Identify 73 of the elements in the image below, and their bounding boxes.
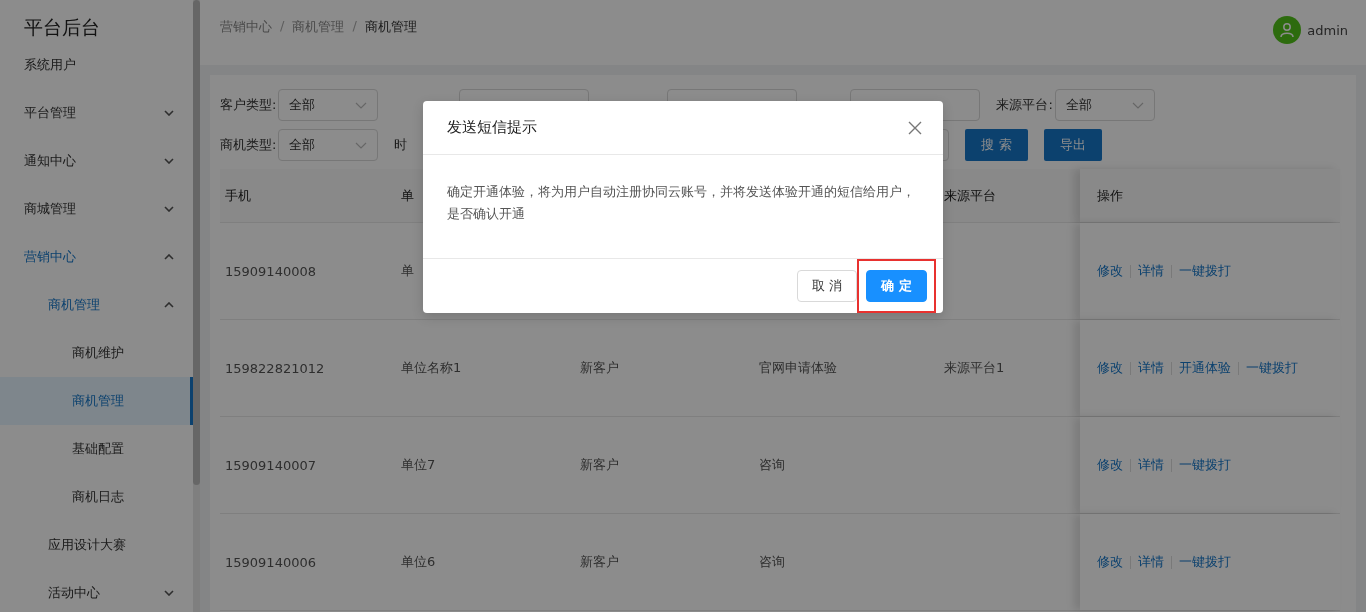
column-header: 手机: [225, 187, 251, 203]
column-header: 单: [401, 187, 414, 203]
table-cell: 咨询: [759, 457, 785, 472]
chevron-down-icon: [164, 158, 174, 164]
close-icon[interactable]: [907, 119, 923, 136]
table-cell: 新客户: [580, 360, 619, 375]
dialog-message: 确定开通体验，将为用户自动注册协同云账号，并将发送体验开通的短信给用户，是否确认开通: [423, 155, 943, 259]
select-field[interactable]: 全部: [1054, 89, 1155, 121]
filter-label: 时: [394, 136, 408, 154]
action-link[interactable]: 详情: [1138, 359, 1164, 377]
chevron-down-icon: [164, 110, 174, 116]
filter-label: 客户类型:: [220, 96, 277, 114]
user-name[interactable]: admin: [1307, 22, 1348, 38]
table-cell: 单位名称1: [401, 360, 462, 375]
table-cell: 新客户: [580, 554, 619, 569]
avatar-icon[interactable]: [1273, 16, 1302, 44]
chevron-up-icon: [164, 302, 174, 308]
select-field[interactable]: 全部: [278, 89, 379, 121]
filter-label: 商机类型:: [220, 136, 277, 154]
action-link[interactable]: 修改: [1097, 359, 1123, 377]
scrollbar-thumb[interactable]: [193, 0, 200, 485]
menu-item[interactable]: 商城管理: [0, 185, 193, 233]
menu-item[interactable]: 活动中心: [0, 569, 193, 612]
action-link[interactable]: 详情: [1138, 456, 1164, 474]
table-cell: 159822821012: [225, 360, 325, 376]
column-header: 操作: [1097, 186, 1123, 205]
cancel-button[interactable]: 取 消: [797, 270, 858, 302]
chevron-down-icon: [164, 590, 174, 596]
action-link[interactable]: 开通体验: [1179, 359, 1231, 377]
table-cell: 单位7: [401, 457, 436, 472]
table-cell: 新客户: [580, 457, 619, 472]
breadcrumb-item[interactable]: 营销中心: [220, 18, 272, 65]
dialog-title: 发送短信提示: [447, 118, 537, 138]
breadcrumb-item[interactable]: 商机管理: [292, 18, 345, 65]
table-cell: 咨询: [759, 554, 785, 569]
menu-item[interactable]: 商机维护: [0, 329, 193, 377]
action-link[interactable]: 一键拨打: [1179, 553, 1231, 571]
table-cell: 15909140006: [225, 554, 316, 570]
chevron-up-icon: [164, 254, 174, 260]
menu-item[interactable]: 平台管理: [0, 89, 193, 137]
action-link[interactable]: 一键拨打: [1179, 456, 1231, 474]
table-cell: 15909140007: [225, 457, 316, 473]
action-link[interactable]: 修改: [1097, 262, 1123, 280]
action-link[interactable]: 一键拨打: [1246, 359, 1298, 377]
filter-label: 来源平台:: [996, 96, 1053, 114]
menu-item[interactable]: 商机日志: [0, 473, 193, 521]
breadcrumb-separator: /: [352, 18, 357, 35]
action-link[interactable]: 修改: [1097, 456, 1123, 474]
table-cell: 15909140008: [225, 263, 316, 279]
menu-item[interactable]: 通知中心: [0, 137, 193, 185]
action-link[interactable]: 详情: [1138, 262, 1164, 280]
menu-item[interactable]: 应用设计大赛: [0, 521, 193, 569]
table-cell: 来源平台1: [944, 360, 1005, 375]
action-link[interactable]: 一键拨打: [1179, 262, 1231, 280]
action-link[interactable]: 修改: [1097, 553, 1123, 571]
menu-item[interactable]: 营销中心: [0, 233, 193, 281]
table-cell: 单位6: [401, 554, 436, 569]
table-cell: 单: [401, 263, 414, 278]
menu-item[interactable]: 商机管理: [0, 281, 193, 329]
search-button[interactable]: 搜 索: [965, 129, 1028, 161]
app-title: 平台后台: [23, 15, 101, 40]
menu-item[interactable]: 系统用户: [0, 41, 193, 89]
confirm-button[interactable]: 确 定: [866, 270, 927, 302]
table-cell: 官网申请体验: [759, 360, 837, 375]
breadcrumb-item[interactable]: 商机管理: [364, 18, 417, 65]
export-button[interactable]: 导出: [1043, 129, 1102, 161]
column-header: 来源平台: [944, 187, 996, 203]
action-link[interactable]: 详情: [1138, 553, 1164, 571]
menu-item[interactable]: 商机管理: [0, 377, 193, 425]
breadcrumb-separator: /: [280, 18, 285, 35]
select-field[interactable]: 全部: [278, 129, 379, 161]
menu-item[interactable]: 基础配置: [0, 425, 193, 473]
chevron-down-icon: [164, 206, 174, 212]
